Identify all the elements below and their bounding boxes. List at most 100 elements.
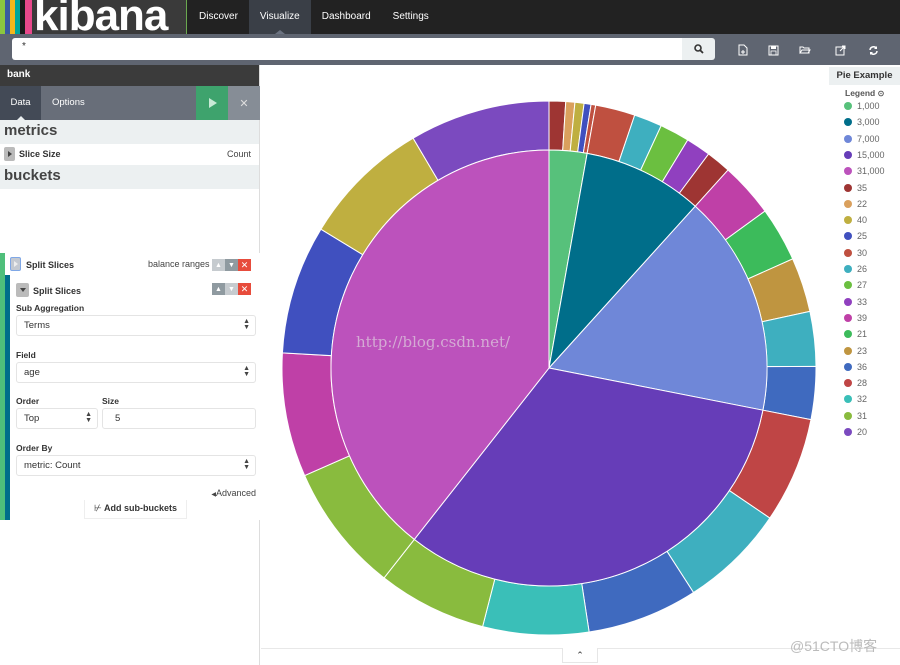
- bucket-split-slices-1[interactable]: Split Slices balance ranges ▲ ▼ ✕: [5, 253, 260, 275]
- legend-swatch: [844, 248, 852, 257]
- order-label: Order: [16, 396, 40, 406]
- share-icon: [835, 45, 845, 55]
- metrics-heading: metrics: [0, 120, 259, 144]
- legend-item[interactable]: 25: [844, 230, 867, 242]
- legend-swatch: [844, 150, 852, 159]
- legend-label: 22: [857, 198, 868, 209]
- legend-item[interactable]: 31,000: [844, 165, 885, 177]
- tab-options[interactable]: Options: [52, 86, 85, 120]
- open-icon: [799, 46, 811, 54]
- tab-discover[interactable]: Discover: [188, 0, 249, 34]
- legend-label: 33: [857, 296, 868, 307]
- legend-item[interactable]: 22: [844, 198, 867, 210]
- collapse-toggle[interactable]: [16, 283, 29, 297]
- legend-item[interactable]: 35: [844, 182, 867, 194]
- tab-dashboard[interactable]: Dashboard: [311, 0, 382, 34]
- field-value: age: [24, 367, 40, 378]
- legend-item[interactable]: 39: [844, 312, 867, 324]
- order-select[interactable]: Top ▲ ▼: [16, 408, 98, 429]
- legend-item[interactable]: 3,000: [844, 116, 880, 128]
- legend-label: 32: [857, 394, 868, 405]
- search-button[interactable]: [682, 38, 715, 60]
- legend-item[interactable]: 27: [844, 279, 867, 291]
- tab-settings[interactable]: Settings: [382, 0, 440, 34]
- chevron-up-icon: ⌃: [576, 649, 584, 660]
- metric-value: Count: [226, 149, 251, 159]
- search-icon: [693, 44, 704, 54]
- tab-visualize[interactable]: Visualize: [248, 0, 311, 34]
- outer-pie-slice[interactable]: [761, 310, 817, 368]
- legend-heading: Legend: [845, 88, 876, 98]
- legend-label: 20: [857, 427, 868, 437]
- advanced-toggle[interactable]: ◀Advanced: [211, 488, 256, 498]
- expand-toggle[interactable]: [4, 147, 15, 161]
- legend-swatch: [844, 281, 852, 290]
- refresh-button[interactable]: [866, 43, 880, 57]
- legend-swatch: [844, 428, 852, 436]
- legend-item[interactable]: 28: [844, 377, 867, 389]
- caret-right-icon: [7, 151, 12, 157]
- legend-item[interactable]: 1,000: [844, 100, 880, 112]
- legend-item[interactable]: 23: [844, 345, 867, 357]
- select-arrows-icon: ▲ ▼: [85, 411, 92, 424]
- buckets-heading: buckets: [0, 165, 259, 189]
- size-input[interactable]: 5: [102, 408, 256, 429]
- legend-item[interactable]: 7,000: [844, 133, 880, 145]
- legend-label: 15,000: [857, 149, 885, 160]
- add-sub-buckets-label: Add sub-buckets: [104, 503, 178, 513]
- bucket-label: Split Slices: [26, 260, 75, 270]
- metric-slice-size[interactable]: Slice Size Count: [0, 144, 259, 165]
- legend-swatch: [844, 346, 852, 355]
- legend-label: 7,000: [857, 133, 880, 144]
- top-navbar: kibana Discover Visualize Dashboard Sett…: [0, 0, 900, 34]
- select-arrows-icon: ▲ ▼: [243, 365, 250, 378]
- legend-item[interactable]: 40: [844, 214, 867, 226]
- tab-data[interactable]: Data: [0, 86, 41, 120]
- remove-bucket-button[interactable]: ✕: [238, 259, 251, 271]
- legend-label: 35: [857, 182, 868, 193]
- share-button[interactable]: [833, 43, 847, 57]
- spy-toggle-button[interactable]: ⌃: [562, 648, 598, 663]
- legend-label: 28: [857, 378, 868, 389]
- move-down-button[interactable]: ▼: [225, 259, 238, 271]
- select-arrows-icon: ▲ ▼: [243, 318, 250, 331]
- kibana-logo[interactable]: kibana: [0, 0, 187, 34]
- search-bar: *: [0, 34, 900, 65]
- logo-text: kibana: [34, 0, 168, 34]
- legend-label: 31: [857, 410, 868, 421]
- legend-item[interactable]: 32: [844, 393, 867, 405]
- legend-item[interactable]: 33: [844, 296, 867, 308]
- move-up-button[interactable]: ▲: [212, 283, 225, 295]
- sub-aggregation-label: Sub Aggregation: [16, 303, 85, 313]
- remove-bucket-button[interactable]: ✕: [238, 283, 251, 295]
- open-button[interactable]: [798, 43, 812, 57]
- sub-aggregation-select[interactable]: Terms ▲ ▼: [16, 315, 256, 336]
- field-select[interactable]: age ▲ ▼: [16, 362, 256, 383]
- legend-item[interactable]: 31: [844, 410, 867, 422]
- legend-swatch: [844, 118, 852, 127]
- new-visualization-button[interactable]: [736, 43, 750, 57]
- legend-item[interactable]: 21: [844, 328, 867, 340]
- legend-label: 30: [857, 247, 868, 258]
- legend-swatch: [844, 411, 852, 420]
- legend-item[interactable]: 20: [844, 426, 867, 438]
- metric-label: Slice Size: [19, 149, 61, 159]
- discard-changes-button[interactable]: ✕: [228, 86, 260, 120]
- apply-changes-button[interactable]: [196, 86, 228, 120]
- order-by-select[interactable]: metric: Count ▲ ▼: [16, 455, 256, 476]
- legend-item[interactable]: 15,000: [844, 149, 885, 161]
- outer-pie-slice[interactable]: [481, 578, 590, 636]
- size-label: Size: [102, 396, 120, 406]
- add-sub-buckets-button[interactable]: ⊬ Add sub-buckets: [84, 500, 187, 519]
- legend-label: 1,000: [857, 101, 880, 111]
- legend-item[interactable]: 30: [844, 247, 867, 259]
- move-down-button[interactable]: ▼: [225, 283, 238, 295]
- move-up-button[interactable]: ▲: [212, 259, 225, 271]
- expand-toggle[interactable]: [10, 257, 21, 271]
- search-input[interactable]: *: [12, 38, 682, 60]
- save-button[interactable]: [766, 43, 780, 57]
- advanced-label: Advanced: [215, 488, 256, 498]
- legend-item[interactable]: 36: [844, 361, 867, 373]
- legend-toggle[interactable]: Legend ⊙: [845, 88, 884, 98]
- legend-item[interactable]: 26: [844, 263, 867, 275]
